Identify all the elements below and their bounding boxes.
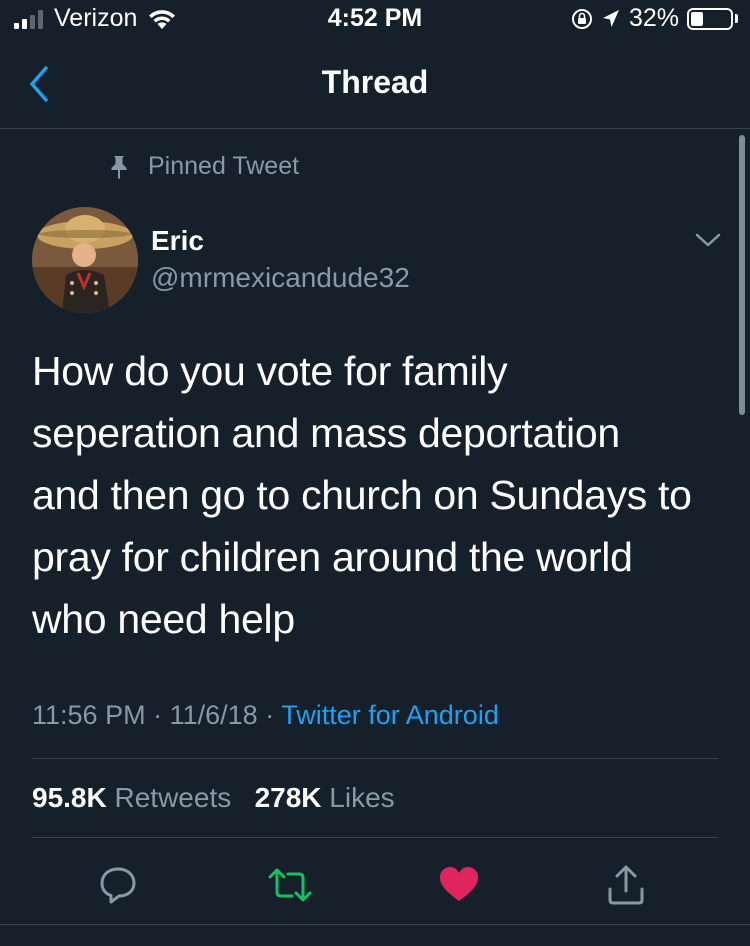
tweet-date: 11/6/18 [169, 700, 258, 730]
retweets-count: 95.8K [32, 782, 107, 813]
pinned-text: Pinned Tweet [148, 152, 300, 180]
status-bar: Verizon 4:52 PM 32% [0, 0, 750, 40]
avatar[interactable] [32, 207, 138, 313]
status-right: 32% [571, 4, 738, 33]
tweet-line: who need help [32, 596, 295, 642]
likes-stat[interactable]: 278K Likes [255, 782, 395, 813]
likes-count: 278K [254, 782, 322, 813]
meta-separator: · [153, 700, 163, 730]
scrollbar[interactable] [739, 135, 745, 415]
tweet-actions [0, 855, 750, 915]
tweet-line: and then go to church on Sundays to [32, 472, 692, 518]
battery-fill [691, 11, 704, 26]
tweet-source-link[interactable]: Twitter for Android [281, 700, 499, 730]
likes-label: Likes [329, 782, 395, 813]
share-icon[interactable] [606, 863, 646, 907]
battery-percent: 32% [628, 4, 679, 32]
author-name[interactable]: Eric [151, 225, 204, 257]
tweet-stats: 95.8K Retweets 278K Likes [32, 782, 395, 814]
retweets-label: Retweets [114, 782, 232, 813]
page-title: Thread [321, 64, 429, 100]
tweet-line: How do you vote for family [32, 348, 508, 394]
tweet-time: 11:56 PM [32, 700, 146, 730]
location-icon [602, 9, 619, 27]
pinned-label: Pinned Tweet [110, 152, 299, 181]
orientation-lock-icon [571, 8, 592, 29]
retweets-stat[interactable]: 95.8K Retweets [32, 782, 231, 813]
divider [0, 924, 750, 925]
like-icon[interactable] [438, 863, 480, 907]
tweet-line: seperation and mass deportation [32, 410, 620, 456]
battery-icon [687, 7, 733, 30]
tweet-meta: 11:56 PM · 11/6/18 · Twitter for Android [32, 700, 499, 731]
reply-icon[interactable] [98, 863, 138, 907]
pin-icon [111, 155, 127, 179]
meta-separator: · [265, 700, 275, 730]
author-handle[interactable]: @mrmexicandude32 [151, 262, 410, 294]
battery-tip [735, 14, 738, 23]
divider [32, 758, 718, 759]
screen: Verizon 4:52 PM 32% Thread Pinned Tweet … [0, 0, 750, 946]
tweet-line: pray for children around the world [32, 534, 633, 580]
chevron-down-icon[interactable] [694, 230, 722, 250]
divider [32, 837, 718, 838]
avatar-image [32, 207, 138, 313]
tweet-text: How do you vote for family seperation an… [32, 340, 732, 650]
retweet-icon[interactable] [266, 863, 314, 907]
nav-bar: Thread [0, 40, 750, 129]
